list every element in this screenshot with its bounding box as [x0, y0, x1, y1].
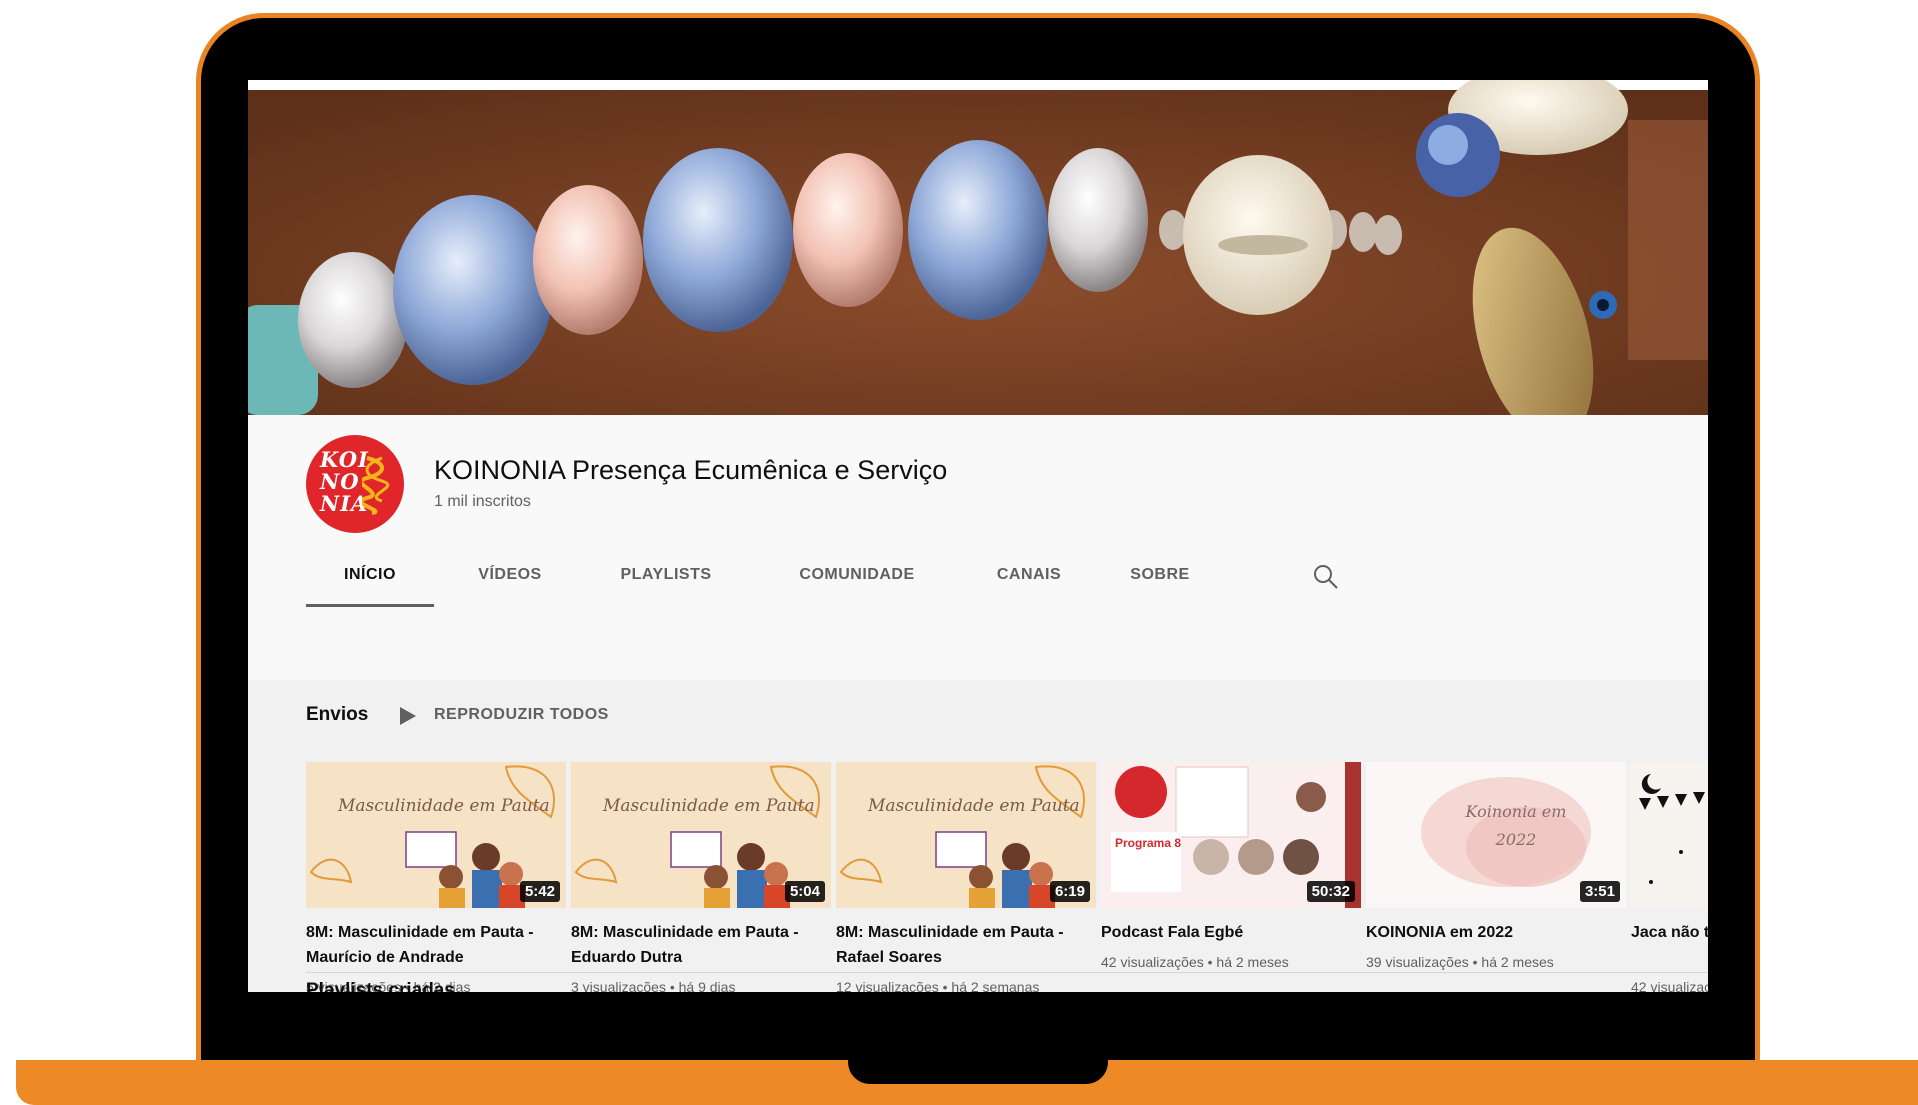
video-thumbnail[interactable]: Masculinidade em Pauta 6:19 [836, 762, 1096, 908]
tab-sobre[interactable]: SOBRE [1110, 545, 1210, 607]
video-title[interactable]: Jaca não te Cosmiana [1631, 920, 1708, 945]
section-divider [306, 972, 1708, 973]
play-icon [400, 707, 416, 725]
video-card[interactable]: Masculinidade em Pauta 5:42 8M: Masculin… [306, 762, 566, 992]
thumbnail-title-text: Masculinidade em Pauta [868, 796, 1080, 816]
channel-tabs: INÍCIO VÍDEOS PLAYLISTS COMUNIDADE CANAI… [306, 545, 1708, 607]
thumbnail-title-text: Koinonia em 2022 [1465, 802, 1567, 849]
video-title[interactable]: 8M: Masculinidade em Pauta - Eduardo Dut… [571, 920, 831, 970]
tab-videos[interactable]: VÍDEOS [450, 545, 570, 607]
tab-playlists[interactable]: PLAYLISTS [596, 545, 736, 607]
video-card[interactable]: Jaca não te Cosmiana 42 visualizaç [1631, 762, 1708, 992]
channel-header: KOI NO NIA KOINONIA Presença Ecumênica e… [248, 415, 1708, 680]
video-meta: 42 visualizações • há 2 meses [1101, 954, 1289, 970]
thumbnail-title-text: Masculinidade em Pauta [338, 796, 550, 816]
thumbnail-art [1631, 762, 1708, 908]
laptop-notch [848, 1050, 1108, 1084]
video-thumbnail[interactable]: Koinonia em 2022 3:51 [1366, 762, 1626, 908]
video-meta: 42 visualizaç [1631, 979, 1708, 992]
video-duration: 50:32 [1306, 881, 1355, 902]
video-title[interactable]: KOINONIA em 2022 [1366, 920, 1626, 945]
tab-inicio[interactable]: INÍCIO [306, 545, 434, 607]
thumbnail-title-text: Programa 8 [1115, 836, 1182, 850]
video-card[interactable]: Masculinidade em Pauta 6:19 8M: Masculin… [836, 762, 1096, 992]
youtube-channel-screen: KOI NO NIA KOINONIA Presença Ecumênica e… [248, 80, 1708, 992]
home-content: Envios REPRODUZIR TODOS Masculinidade em… [248, 680, 1708, 992]
logo-knot-icon [362, 456, 390, 515]
video-card[interactable]: Masculinidade em Pauta 5:04 8M: Masculin… [571, 762, 831, 992]
video-meta: 3 visualizações • há 9 dias [571, 979, 736, 992]
video-duration: 3:51 [1579, 881, 1620, 902]
video-thumbnail[interactable]: Programa 8 50:32 [1101, 762, 1361, 908]
video-title[interactable]: 8M: Masculinidade em Pauta - Rafael Soar… [836, 920, 1096, 970]
video-card[interactable]: Koinonia em 2022 3:51 KOINONIA em 2022 3… [1366, 762, 1626, 992]
playlists-section-title: Playlists criadas [306, 980, 455, 992]
channel-avatar[interactable]: KOI NO NIA [306, 435, 404, 533]
video-duration: 5:04 [784, 881, 825, 902]
search-icon[interactable] [1312, 563, 1340, 591]
tab-canais[interactable]: CANAIS [974, 545, 1084, 607]
video-card[interactable]: Programa 8 50:32 Podcast Fala Egbé 42 vi… [1101, 762, 1361, 992]
video-meta: 39 visualizações • há 2 meses [1366, 954, 1554, 970]
video-meta: 12 visualizações • há 2 semanas [836, 979, 1040, 992]
uploads-title: Envios [306, 704, 369, 725]
video-duration: 6:19 [1049, 881, 1090, 902]
channel-banner [248, 80, 1708, 415]
video-thumbnail[interactable] [1631, 762, 1708, 908]
banner-bracelet-image [248, 80, 1708, 415]
video-title[interactable]: Podcast Fala Egbé [1101, 920, 1361, 945]
video-thumbnail[interactable]: Masculinidade em Pauta 5:04 [571, 762, 831, 908]
subscriber-count: 1 mil inscritos [434, 493, 531, 510]
play-all-label: REPRODUZIR TODOS [434, 706, 609, 723]
thumbnail-title-text: Masculinidade em Pauta [603, 796, 815, 816]
tab-comunidade[interactable]: COMUNIDADE [772, 545, 942, 607]
channel-name: KOINONIA Presença Ecumênica e Serviço [434, 455, 948, 485]
video-thumbnail[interactable]: Masculinidade em Pauta 5:42 [306, 762, 566, 908]
video-title[interactable]: 8M: Masculinidade em Pauta - Maurício de… [306, 920, 566, 970]
video-duration: 5:42 [519, 881, 560, 902]
